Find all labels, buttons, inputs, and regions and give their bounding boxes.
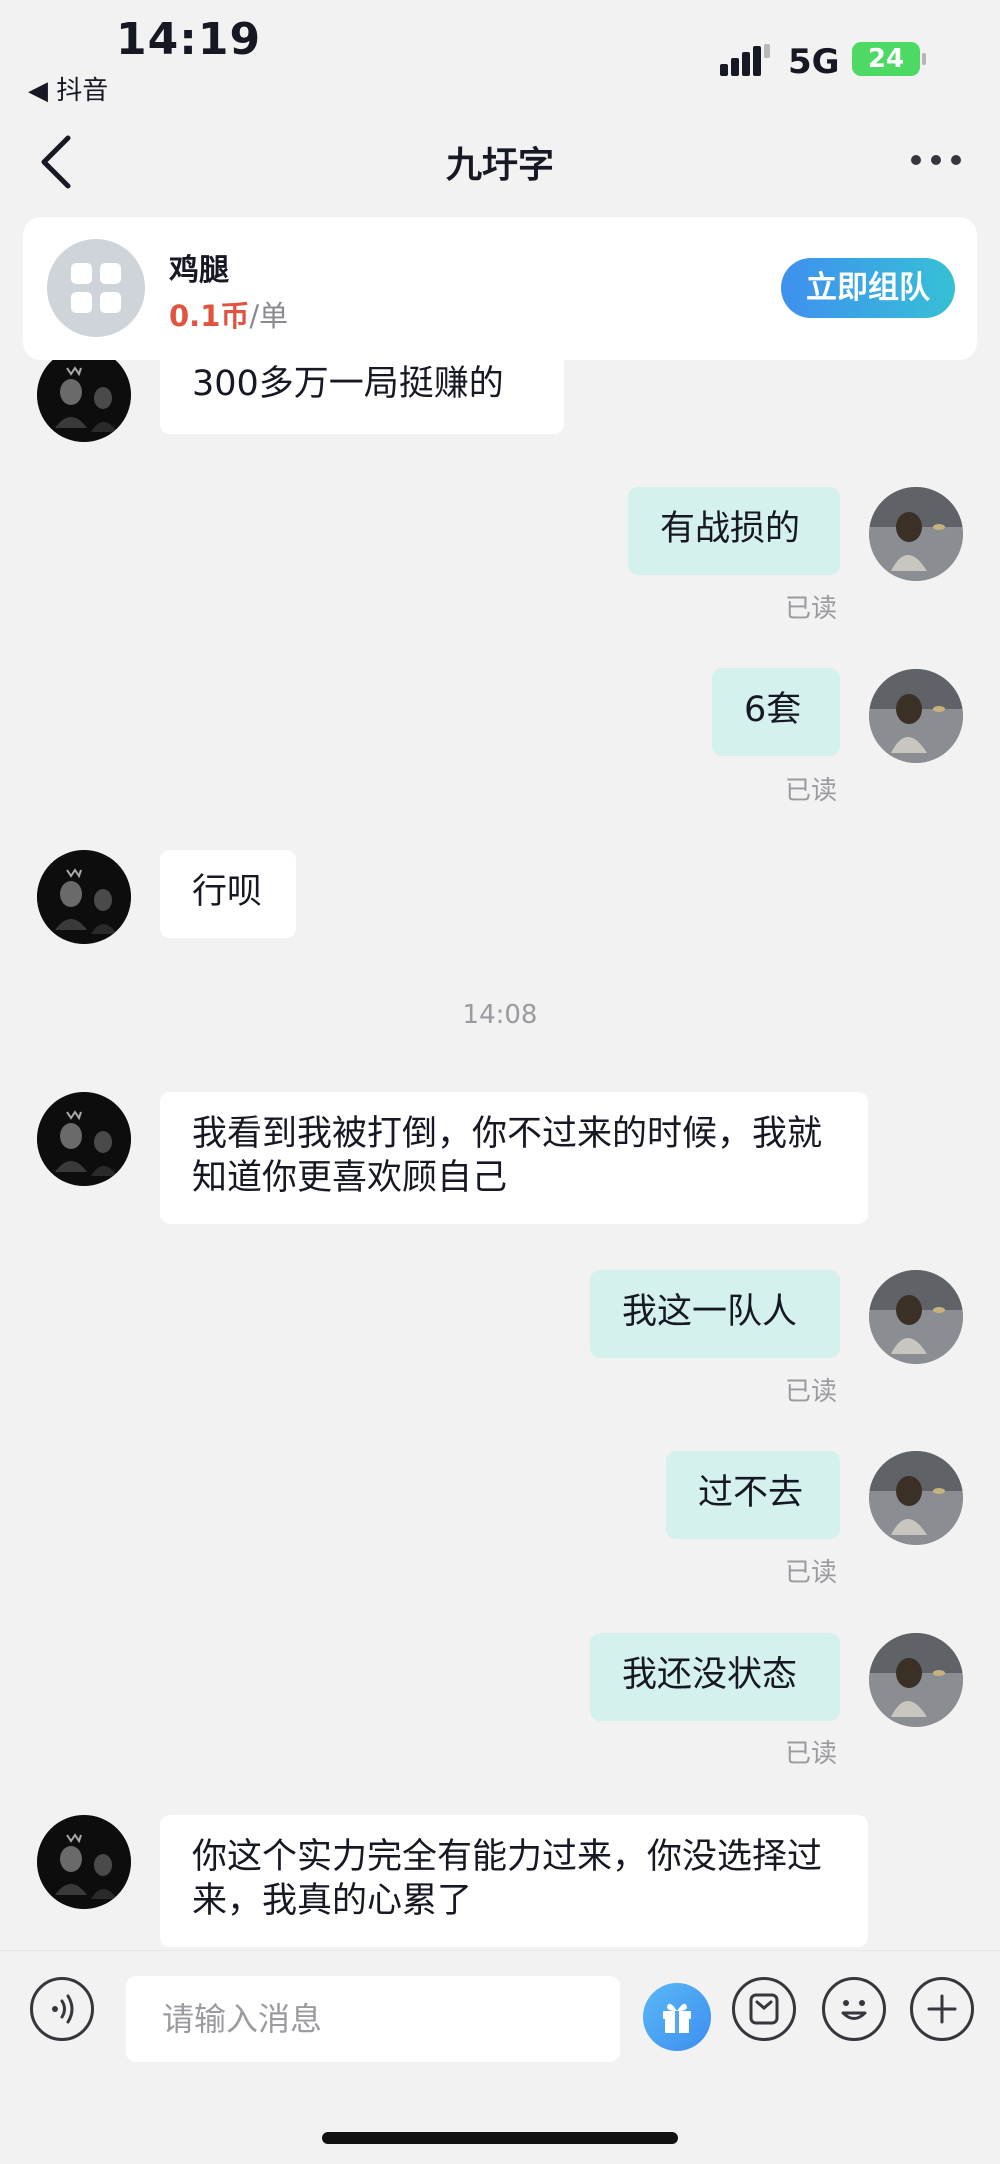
my-avatar[interactable]: [869, 1270, 963, 1364]
gift-button[interactable]: [643, 1983, 711, 2051]
incoming-message-bubble[interactable]: 行呗: [160, 850, 296, 938]
price-unit: /单: [249, 299, 289, 333]
sticker-button[interactable]: [732, 1977, 796, 2041]
read-receipt: 已读: [785, 1377, 838, 1407]
outgoing-message-bubble[interactable]: 6套: [712, 668, 840, 756]
my-avatar[interactable]: [869, 487, 963, 581]
read-receipt: 已读: [785, 594, 838, 624]
contact-avatar[interactable]: [37, 1815, 131, 1909]
product-price: 0.1币/单: [169, 293, 288, 335]
status-bar: 14:19 ◀ 抖音 5G 24: [0, 0, 1000, 115]
contact-avatar[interactable]: [37, 850, 131, 944]
read-receipt: 已读: [785, 1739, 838, 1769]
contact-avatar[interactable]: [37, 348, 131, 442]
emoji-icon: [841, 2000, 867, 2020]
my-avatar[interactable]: [869, 669, 963, 763]
home-indicator: [322, 2132, 678, 2144]
contact-avatar[interactable]: [37, 1092, 131, 1186]
plus-icon: [927, 1994, 957, 2024]
status-time: 14:19: [116, 14, 262, 65]
back-arrow-icon[interactable]: [36, 132, 84, 192]
chat-title: 九圩字: [445, 145, 554, 186]
sticker-icon: [749, 1993, 779, 2025]
time-divider: 14:08: [462, 1000, 538, 1030]
outgoing-message-bubble[interactable]: 有战损的: [628, 487, 840, 575]
outgoing-message-bubble[interactable]: 过不去: [666, 1451, 840, 1539]
read-receipt: 已读: [785, 776, 838, 806]
price-amount: 0.1币: [169, 299, 250, 333]
grid-icon: [71, 263, 121, 313]
outgoing-message-bubble[interactable]: 我这一队人: [590, 1270, 840, 1358]
product-name: 鸡腿: [169, 253, 229, 288]
incoming-message-bubble[interactable]: 你这个实力完全有能力过来，你没选择过来，我真的心累了: [160, 1815, 868, 1947]
more-options-icon[interactable]: [906, 140, 966, 180]
gift-icon: [663, 2003, 691, 2033]
emoji-button[interactable]: [822, 1977, 886, 2041]
my-avatar[interactable]: [869, 1451, 963, 1545]
voice-icon: [52, 1994, 74, 2024]
voice-button[interactable]: [30, 1977, 94, 2041]
product-card[interactable]: 鸡腿 0.1币/单 立即组队: [23, 217, 977, 360]
outgoing-message-bubble[interactable]: 我还没状态: [590, 1633, 840, 1721]
product-image: [47, 239, 145, 337]
plus-button[interactable]: [910, 1977, 974, 2041]
battery-cap: [922, 53, 926, 65]
signal-icon: [720, 44, 770, 76]
back-to-app-link[interactable]: ◀ 抖音: [28, 70, 108, 107]
my-avatar[interactable]: [869, 1633, 963, 1727]
network-label: 5G: [788, 42, 840, 82]
join-team-button[interactable]: 立即组队: [781, 258, 955, 318]
incoming-message-bubble[interactable]: 我看到我被打倒，你不过来的时候，我就知道你更喜欢顾自己: [160, 1092, 868, 1224]
read-receipt: 已读: [785, 1558, 838, 1588]
battery-indicator: 24: [852, 42, 920, 76]
message-input[interactable]: [126, 1976, 620, 2062]
